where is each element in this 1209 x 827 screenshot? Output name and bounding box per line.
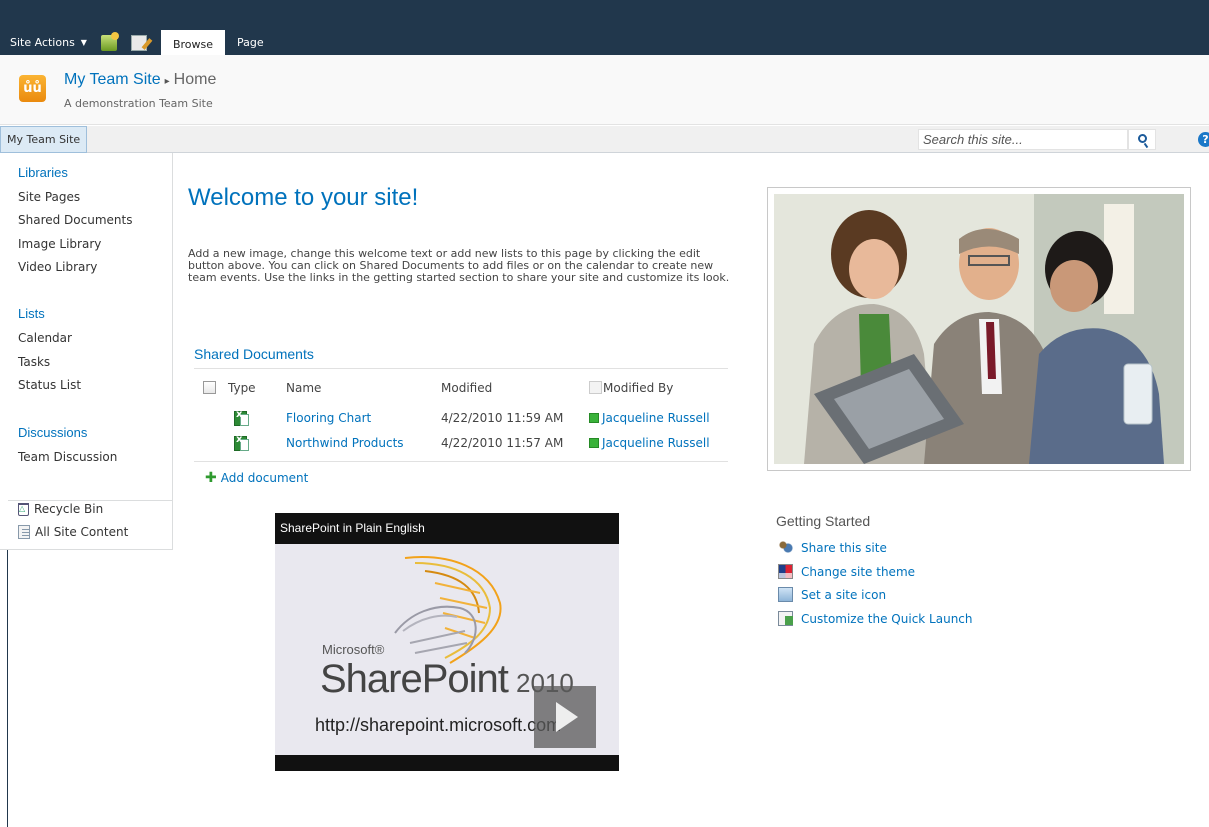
document-modified-by[interactable]: Jacqueline Russell xyxy=(589,436,710,450)
shared-documents-title[interactable]: Shared Documents xyxy=(194,346,314,362)
search-input[interactable]: Search this site... xyxy=(918,129,1128,150)
excel-icon[interactable] xyxy=(234,409,249,427)
document-name-link[interactable]: Flooring Chart xyxy=(286,411,371,425)
document-modified: 4/22/2010 11:59 AM xyxy=(441,411,564,425)
ql-item-team-discussion[interactable]: Team Discussion xyxy=(18,450,117,464)
excel-icon[interactable] xyxy=(234,434,249,452)
video-player[interactable]: SharePoint in Plain English Microsoft® S… xyxy=(275,513,619,771)
microsoft-wordmark: Microsoft® xyxy=(322,642,385,657)
ql-item-tasks[interactable]: Tasks xyxy=(18,355,50,369)
recycle-bin-icon xyxy=(18,502,29,516)
add-document-label: Add document xyxy=(220,471,309,485)
sharepoint-wordmark: SharePoint xyxy=(320,657,509,701)
modified-by-name[interactable]: Jacqueline Russell xyxy=(602,411,710,425)
all-site-content-link[interactable]: All Site Content xyxy=(18,525,128,539)
add-icon: ✚ xyxy=(205,470,217,486)
document-modified: 4/22/2010 11:57 AM xyxy=(441,436,564,450)
left-border xyxy=(7,550,8,827)
modified-by-checkbox xyxy=(589,381,602,394)
ql-item-shared-documents[interactable]: Shared Documents xyxy=(18,213,132,227)
welcome-heading: Welcome to your site! xyxy=(188,184,419,211)
quick-launch: Libraries Site Pages Shared Documents Im… xyxy=(0,153,173,550)
team-photo xyxy=(774,194,1184,464)
intro-text: Add a new image, change this welcome tex… xyxy=(188,247,730,284)
site-actions-label: Site Actions xyxy=(10,36,75,49)
site-actions-menu[interactable]: Site Actions ▼ xyxy=(0,30,87,55)
title-area: ůů My Team Site ▸ Home A demonstration Tea… xyxy=(0,55,1209,125)
column-header-type[interactable]: Type xyxy=(228,381,256,395)
edit-page-icon[interactable] xyxy=(130,34,147,51)
site-description: A demonstration Team Site xyxy=(64,97,213,110)
add-document-link[interactable]: ✚ Add document xyxy=(205,471,308,485)
team-photo-illustration xyxy=(774,194,1184,464)
play-icon[interactable] xyxy=(534,686,596,748)
ql-heading-lists[interactable]: Lists xyxy=(18,306,45,321)
getting-started-title: Getting Started xyxy=(776,513,871,529)
ql-item-video-library[interactable]: Video Library xyxy=(18,260,97,274)
sharepoint-url: http://sharepoint.microsoft.com xyxy=(315,715,562,735)
recycle-bin-link[interactable]: Recycle Bin xyxy=(18,502,103,516)
site-logo-icon[interactable]: ůů xyxy=(19,75,46,102)
ql-heading-libraries[interactable]: Libraries xyxy=(18,165,68,180)
change-site-theme-link[interactable]: Change site theme xyxy=(778,564,915,579)
column-header-name[interactable]: Name xyxy=(286,381,321,395)
search-icon xyxy=(1137,134,1147,143)
navigate-up-icon[interactable] xyxy=(100,31,119,51)
select-all-checkbox[interactable] xyxy=(203,381,216,394)
column-header-modified[interactable]: Modified xyxy=(441,381,492,395)
video-title-bar: SharePoint in Plain English xyxy=(275,513,619,544)
column-header-modified-by[interactable]: Modified By xyxy=(603,381,673,395)
breadcrumb-separator-icon: ▸ xyxy=(164,76,170,87)
divider xyxy=(194,461,728,462)
set-site-icon-label: Set a site icon xyxy=(801,587,887,602)
tab-page[interactable]: Page xyxy=(225,30,276,55)
divider xyxy=(194,368,728,369)
customize-quick-launch-label: Customize the Quick Launch xyxy=(801,611,973,626)
customize-quick-launch-link[interactable]: Customize the Quick Launch xyxy=(778,611,973,626)
share-this-site-link[interactable]: Share this site xyxy=(778,540,887,555)
quick-launch-icon xyxy=(778,611,793,626)
ql-item-status-list[interactable]: Status List xyxy=(18,378,81,392)
page-title: Home xyxy=(173,71,217,88)
image-icon xyxy=(778,587,793,602)
theme-icon xyxy=(778,564,793,579)
site-title-link[interactable]: My Team Site xyxy=(64,71,161,88)
document-name-link[interactable]: Northwind Products xyxy=(286,436,404,450)
presence-icon xyxy=(589,438,599,448)
ql-item-site-pages[interactable]: Site Pages xyxy=(18,190,80,204)
top-navigation: My Team Site Search this site... ? xyxy=(0,126,1209,153)
chevron-down-icon: ▼ xyxy=(80,38,87,47)
site-image-frame xyxy=(767,187,1191,471)
all-site-content-icon xyxy=(18,525,30,539)
breadcrumb: My Team Site ▸ Home xyxy=(64,71,216,89)
video-title[interactable]: SharePoint in Plain English xyxy=(280,521,425,535)
video-controls-bar xyxy=(275,755,619,771)
search-button[interactable] xyxy=(1128,129,1156,150)
topnav-item-my-team-site[interactable]: My Team Site xyxy=(0,126,88,153)
help-icon[interactable]: ? xyxy=(1198,132,1209,147)
share-this-site-label: Share this site xyxy=(801,540,887,555)
divider xyxy=(8,500,173,501)
modified-by-name[interactable]: Jacqueline Russell xyxy=(602,436,710,450)
change-site-theme-label: Change site theme xyxy=(801,564,916,579)
all-site-content-label: All Site Content xyxy=(35,525,129,539)
ql-item-calendar[interactable]: Calendar xyxy=(18,331,72,345)
ribbon-bar: Site Actions ▼ Browse Page xyxy=(0,0,1209,55)
ql-item-image-library[interactable]: Image Library xyxy=(18,237,101,251)
presence-icon xyxy=(589,413,599,423)
tab-browse[interactable]: Browse xyxy=(160,30,226,55)
set-site-icon-link[interactable]: Set a site icon xyxy=(778,587,886,602)
recycle-bin-label: Recycle Bin xyxy=(34,502,104,516)
share-icon xyxy=(778,540,793,555)
ql-heading-discussions[interactable]: Discussions xyxy=(18,425,87,440)
document-modified-by[interactable]: Jacqueline Russell xyxy=(589,411,710,425)
